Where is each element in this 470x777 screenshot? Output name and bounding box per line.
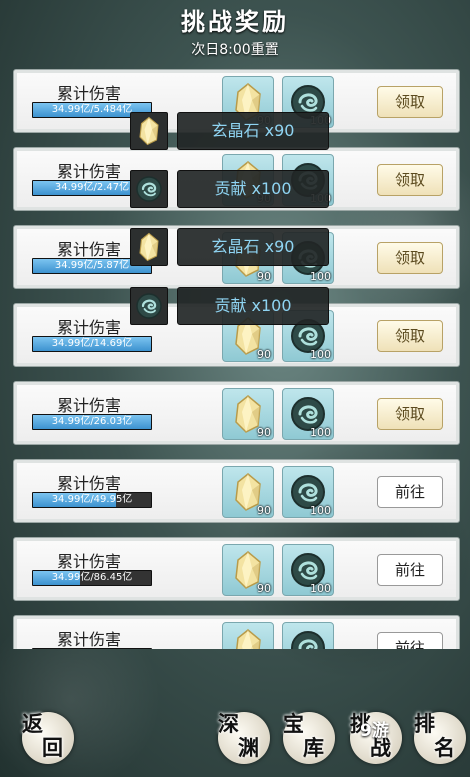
reset-time-text: 次日8:00重置 (191, 42, 279, 58)
ranking-button-label: 排 名 (414, 711, 455, 760)
reward-slot-contribution[interactable]: 100 (282, 388, 334, 440)
contribution-icon (136, 176, 162, 202)
reward-tooltip: 贡献 x100 (130, 170, 330, 208)
reward-slot-crystal[interactable]: 90 (222, 544, 274, 596)
header: 挑战奖励 次日8:00重置 (0, 0, 470, 59)
tooltip-icon-box (130, 287, 168, 325)
tooltip-text: 玄晶石 x90 (177, 112, 329, 150)
row-label: 累计伤害 (57, 162, 122, 181)
ranking-button[interactable]: 排 名 (414, 712, 466, 764)
progress-text: 34.99亿/5.484亿 (51, 104, 133, 115)
reward-tooltip: 玄晶石 x90 (130, 112, 330, 150)
reward-list[interactable]: 累计伤害34.99亿/5.484亿90100领取累计伤害34.99亿/2.47亿… (13, 69, 460, 649)
reward-slot-crystal[interactable] (222, 622, 274, 649)
go-button[interactable]: 前往 (377, 554, 443, 586)
progress-text: 34.99亿/26.03亿 (51, 416, 133, 427)
progress-text: 34.99亿/49.95亿 (51, 494, 133, 505)
reward-count: 90 (257, 504, 271, 517)
reward-slot-crystal[interactable]: 90 (222, 388, 274, 440)
reward-tooltip: 贡献 x100 (130, 287, 330, 325)
abyss-button-label: 深 渊 (218, 711, 259, 760)
row-label: 累计伤害 (57, 84, 122, 103)
reward-row: 累计伤害 34.99亿/49.95亿 90 100 前往 (13, 459, 460, 523)
crystal-icon (139, 116, 159, 146)
damage-progress-bar (32, 648, 152, 649)
reward-slot-contribution[interactable]: 100 (282, 466, 334, 518)
bottom-nav: 返 回 深 渊 宝 库 挑 战 排 名 (0, 650, 470, 777)
reward-row: 累计伤害 34.99亿/26.03亿 90 100 领取 (13, 381, 460, 445)
row-label: 累计伤害 (57, 474, 122, 493)
damage-progress-bar: 34.99亿/49.95亿 (32, 492, 152, 508)
reward-count: 100 (310, 348, 331, 361)
back-button[interactable]: 返 回 (22, 712, 74, 764)
claim-button[interactable]: 领取 (377, 86, 443, 118)
progress-text: 34.99亿/14.69亿 (51, 338, 133, 349)
damage-progress-bar: 34.99亿/26.03亿 (32, 414, 152, 430)
tooltip-icon-box (130, 170, 168, 208)
damage-progress-bar: 34.99亿/14.69亿 (32, 336, 152, 352)
reward-count: 90 (257, 348, 271, 361)
abyss-button[interactable]: 深 渊 (218, 712, 270, 764)
tooltip-text: 玄晶石 x90 (177, 228, 329, 266)
crystal-icon (236, 629, 261, 649)
treasury-button-label: 宝 库 (283, 711, 324, 760)
reward-slot-crystal[interactable]: 90 (222, 466, 274, 518)
claim-button[interactable]: 领取 (377, 164, 443, 196)
back-button-label: 返 回 (22, 711, 63, 760)
contribution-icon (291, 631, 325, 649)
row-label: 累计伤害 (57, 552, 122, 571)
row-label: 累计伤害 (57, 630, 122, 649)
reward-count: 100 (310, 270, 331, 283)
go-button[interactable]: 前往 (377, 476, 443, 508)
claim-button[interactable]: 领取 (377, 242, 443, 274)
reward-count: 90 (257, 426, 271, 439)
page-title: 挑战奖励 (181, 7, 289, 36)
reward-count: 100 (310, 504, 331, 517)
tooltip-text: 贡献 x100 (177, 170, 329, 208)
claim-button[interactable]: 领取 (377, 398, 443, 430)
tooltip-icon-box (130, 228, 168, 266)
treasury-button[interactable]: 宝 库 (283, 712, 335, 764)
damage-progress-bar: 34.99亿/86.45亿 (32, 570, 152, 586)
go-button[interactable]: 前往 (377, 632, 443, 649)
reward-slot-contribution[interactable]: 100 (282, 544, 334, 596)
reward-row: 累计伤害 34.99亿/86.45亿 90 100 前往 (13, 537, 460, 601)
watermark-logo: 9游 (360, 721, 389, 741)
reward-count: 90 (257, 270, 271, 283)
progress-text: 34.99亿/2.47亿 (54, 182, 130, 193)
reward-tooltip: 玄晶石 x90 (130, 228, 330, 266)
reward-slot-contribution[interactable] (282, 622, 334, 649)
row-label: 累计伤害 (57, 240, 122, 259)
crystal-icon (139, 232, 159, 262)
reward-count: 100 (310, 426, 331, 439)
tooltip-text: 贡献 x100 (177, 287, 329, 325)
claim-button[interactable]: 领取 (377, 320, 443, 352)
row-label: 累计伤害 (57, 318, 122, 337)
reward-count: 100 (310, 582, 331, 595)
tooltip-icon-box (130, 112, 168, 150)
reward-count: 90 (257, 582, 271, 595)
contribution-icon (136, 293, 162, 319)
progress-text: 34.99亿/5.87亿 (54, 260, 130, 271)
progress-text: 34.99亿/86.45亿 (51, 572, 133, 583)
reward-row: 累计伤害 前往 (13, 615, 460, 649)
row-label: 累计伤害 (57, 396, 122, 415)
